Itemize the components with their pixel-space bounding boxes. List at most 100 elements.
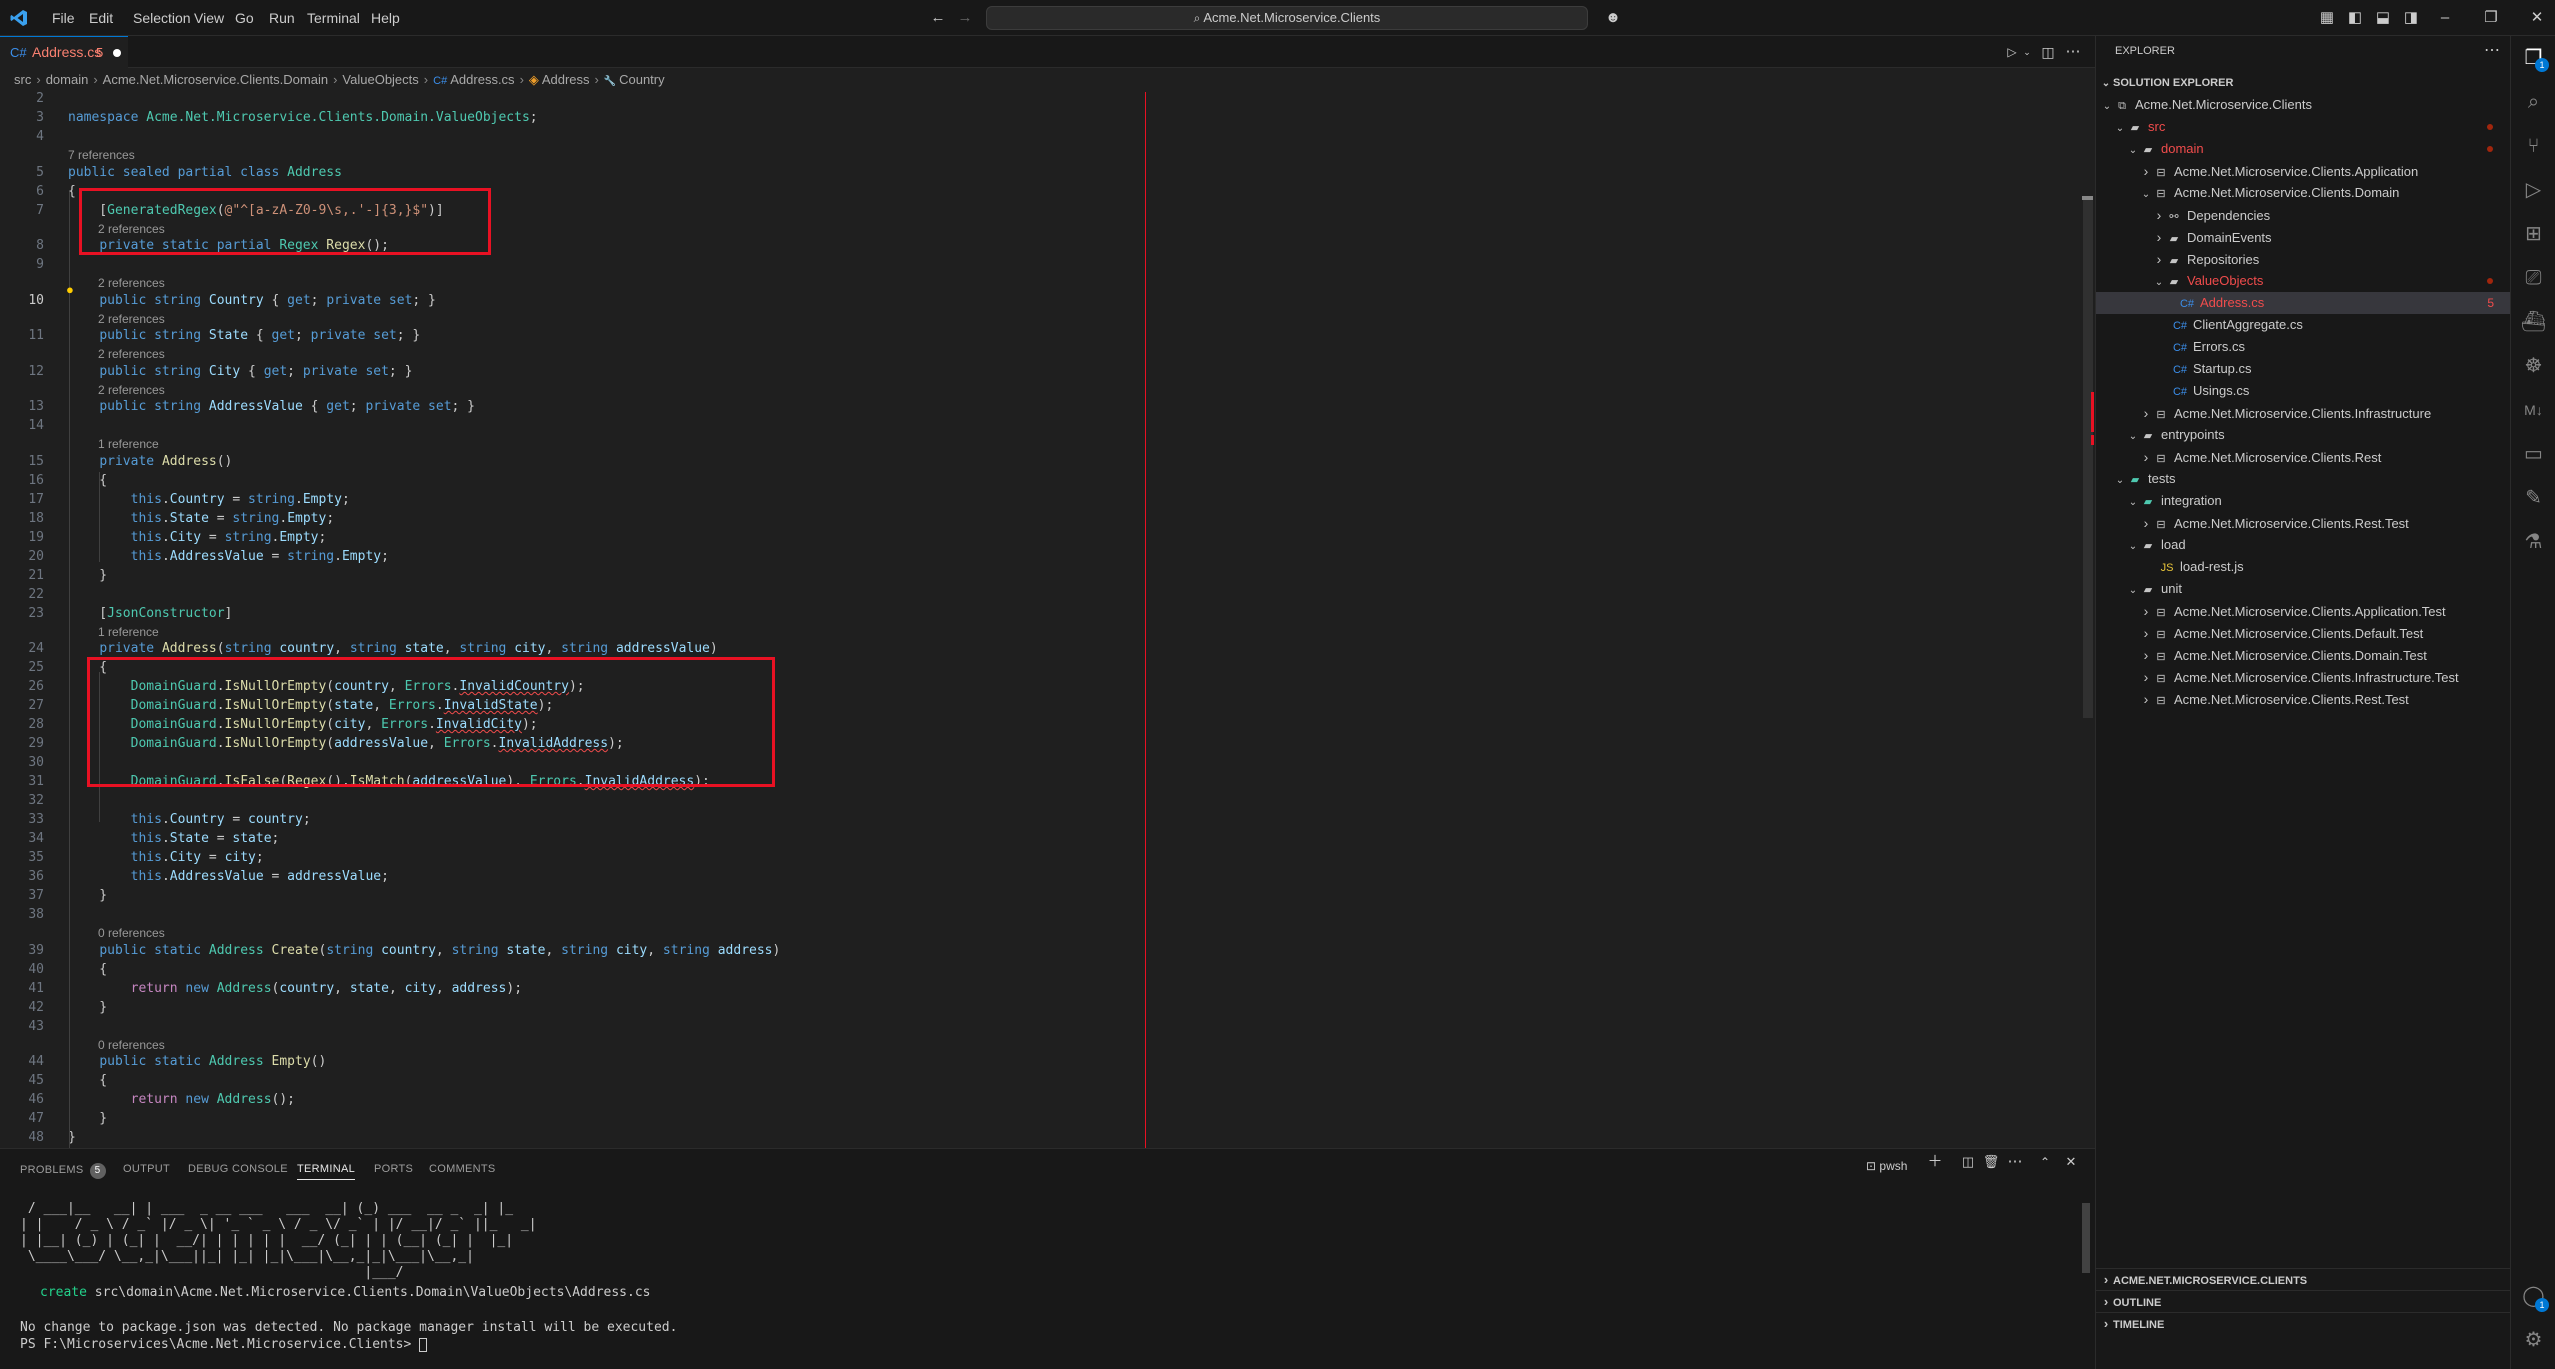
code-line[interactable]: } [68, 1109, 107, 1128]
panel-tab-terminal[interactable]: TERMINAL [297, 1163, 356, 1180]
new-terminal-icon[interactable]: ＋ [1920, 1144, 1950, 1180]
lightbulb-icon[interactable]: ● [66, 283, 80, 297]
extensions-icon[interactable]: ⊞ [2511, 212, 2555, 256]
codelens-references[interactable]: 7 references [68, 147, 135, 163]
sidebar-section-0[interactable]: › ACME.NET.MICROSERVICE.CLIENTS [2096, 1268, 2511, 1290]
breadcrumb-item[interactable]: Address.cs [450, 72, 514, 87]
tree-item[interactable]: › ⊟ Acme.Net.Microservice.Clients.Applicat… [2096, 160, 2511, 182]
tree-item[interactable]: C# Errors.cs [2096, 336, 2511, 358]
code-line[interactable]: this.State = state; [68, 829, 280, 848]
copilot-icon[interactable]: ☻ [1598, 0, 1628, 36]
tree-item[interactable]: › ⊟ Acme.Net.Microservice.Clients.Infrastr… [2096, 402, 2511, 424]
panel-tab-ports[interactable]: PORTS [374, 1163, 413, 1175]
notes-icon[interactable]: ✎ [2511, 476, 2555, 520]
source-control-icon[interactable]: ⑂ [2511, 124, 2555, 168]
tree-item[interactable]: ⌄ ▰ tests [2096, 468, 2511, 490]
breadcrumb-item[interactable]: Address [542, 72, 590, 87]
explorer-icon[interactable]: ❐ 1 [2511, 36, 2555, 80]
tree-item[interactable]: › ⊟ Acme.Net.Microservice.Clients.Rest.Tes… [2096, 688, 2511, 710]
command-center-search[interactable]: ⌕ Acme.Net.Microservice.Clients [986, 6, 1588, 30]
codelens-references[interactable]: 2 references [98, 346, 165, 362]
menu-file[interactable]: File [43, 0, 84, 36]
code-line[interactable]: public string Country { get; private set… [68, 291, 436, 310]
panel-tab-debug-console[interactable]: DEBUG CONSOLE [188, 1163, 288, 1175]
markdown-icon[interactable]: M↓ [2511, 388, 2555, 432]
toggle-panel-icon[interactable]: ⬓ [2368, 0, 2398, 36]
tree-item[interactable]: C# ClientAggregate.cs [2096, 314, 2511, 336]
tree-item[interactable]: › ▰ Repositories [2096, 248, 2511, 270]
solution-explorer-header[interactable]: ⌄ SOLUTION EXPLORER [2096, 72, 2511, 94]
editor-scrollbar[interactable] [2083, 196, 2093, 718]
explorer-more-icon[interactable]: ⋯ [2484, 40, 2500, 60]
tree-item[interactable]: › ⊟ Acme.Net.Microservice.Clients.Default.… [2096, 622, 2511, 644]
unsaved-dot-icon[interactable] [113, 49, 121, 57]
codelens-references[interactable]: 1 reference [98, 436, 159, 452]
remote-explorer-icon[interactable]: ⎚ [2511, 256, 2555, 300]
code-line[interactable]: [JsonConstructor] [68, 604, 232, 623]
tree-item[interactable]: C# Startup.cs [2096, 358, 2511, 380]
tree-item[interactable]: C# Address.cs 5 [2096, 292, 2511, 314]
breadcrumb-item[interactable]: domain [46, 72, 89, 87]
accounts-icon[interactable]: ◯ 1 [2511, 1274, 2555, 1318]
tree-item[interactable]: ⌄ ▰ entrypoints [2096, 424, 2511, 446]
tree-item[interactable]: ⌄ ⊟ Acme.Net.Microservice.Clients.Domain [2096, 182, 2511, 204]
panel-more-icon[interactable]: ⋯ [2000, 1144, 2030, 1180]
sidebar-section-1[interactable]: › OUTLINE [2096, 1290, 2511, 1312]
minimize-icon[interactable]: – [2430, 0, 2460, 36]
breadcrumb-item[interactable]: Country [619, 72, 665, 87]
breadcrumb-item[interactable]: ValueObjects [342, 72, 418, 87]
sidebar-section-2[interactable]: › TIMELINE [2096, 1312, 2511, 1334]
breadcrumb-item[interactable]: Acme.Net.Microservice.Clients.Domain [103, 72, 328, 87]
code-line[interactable]: namespace Acme.Net.Microservice.Clients.… [68, 108, 538, 127]
tree-item[interactable]: ⌄ ▰ src [2096, 116, 2511, 138]
tree-item[interactable]: JS load-rest.js [2096, 556, 2511, 578]
code-line[interactable]: } [68, 566, 107, 585]
terminal-scrollbar[interactable] [2082, 1203, 2090, 1273]
codelens-references[interactable]: 0 references [98, 1037, 165, 1053]
terminal-prompt[interactable]: PS F:\Microservices\Acme.Net.Microservic… [20, 1337, 428, 1353]
tree-item[interactable]: › ⊟ Acme.Net.Microservice.Clients.Infrastr… [2096, 666, 2511, 688]
tree-item[interactable]: ⌄ ▰ ValueObjects [2096, 270, 2511, 292]
code-line[interactable]: public string City { get; private set; } [68, 362, 412, 381]
tree-item[interactable]: ⌄ ▰ unit [2096, 578, 2511, 600]
toggle-primary-sidebar-icon[interactable]: ◧ [2340, 0, 2370, 36]
restore-icon[interactable]: ❐ [2476, 0, 2506, 36]
comments-icon[interactable]: ▭ [2511, 432, 2555, 476]
code-line[interactable]: return new Address(); [68, 1090, 295, 1109]
forward-arrow-icon[interactable]: → [950, 0, 980, 36]
code-line[interactable]: public string State { get; private set; … [68, 326, 420, 345]
code-line[interactable]: { [68, 960, 107, 979]
tree-item[interactable]: › ⊟ Acme.Net.Microservice.Clients.Applicat… [2096, 600, 2511, 622]
code-line[interactable]: private Address(string country, string s… [68, 639, 717, 658]
code-line[interactable]: { [68, 471, 107, 490]
code-line[interactable]: this.AddressValue = string.Empty; [68, 547, 389, 566]
codelens-references[interactable]: 2 references [98, 275, 165, 291]
code-line[interactable]: public string AddressValue { get; privat… [68, 397, 475, 416]
run-debug-icon[interactable]: ▷ [2511, 168, 2555, 212]
code-line[interactable]: this.Country = string.Empty; [68, 490, 350, 509]
search-view-icon[interactable]: ⌕ [2511, 80, 2555, 124]
codelens-references[interactable]: 2 references [98, 311, 165, 327]
codelens-references[interactable]: 2 references [98, 382, 165, 398]
kubernetes-icon[interactable]: ☸ [2511, 344, 2555, 388]
panel-tab-comments[interactable]: COMMENTS [429, 1163, 496, 1175]
code-line[interactable]: this.City = string.Empty; [68, 528, 327, 547]
menu-terminal[interactable]: Terminal [298, 0, 369, 36]
code-line[interactable]: { [68, 1071, 107, 1090]
code-line[interactable]: public static Address Create(string coun… [68, 941, 780, 960]
code-line[interactable]: public static Address Empty() [68, 1052, 326, 1071]
manage-gear-icon[interactable]: ⚙ [2511, 1318, 2555, 1362]
code-line[interactable]: } [68, 998, 107, 1017]
toggle-secondary-sidebar-icon[interactable]: ◨ [2396, 0, 2426, 36]
menu-help[interactable]: Help [362, 0, 409, 36]
code-line[interactable]: public sealed partial class Address [68, 163, 342, 182]
docker-icon[interactable]: ⛴ [2511, 300, 2555, 344]
code-line[interactable]: this.City = city; [68, 848, 264, 867]
testing-icon[interactable]: ⚗ [2511, 520, 2555, 564]
code-line[interactable]: private Address() [68, 452, 232, 471]
code-line[interactable]: return new Address(country, state, city,… [68, 979, 522, 998]
menu-edit[interactable]: Edit [80, 0, 122, 36]
code-line[interactable]: } [68, 886, 107, 905]
tree-item[interactable]: ⌄ ⧉ Acme.Net.Microservice.Clients [2096, 94, 2511, 116]
tree-item[interactable]: › ⊟ Acme.Net.Microservice.Clients.Rest.Tes… [2096, 512, 2511, 534]
